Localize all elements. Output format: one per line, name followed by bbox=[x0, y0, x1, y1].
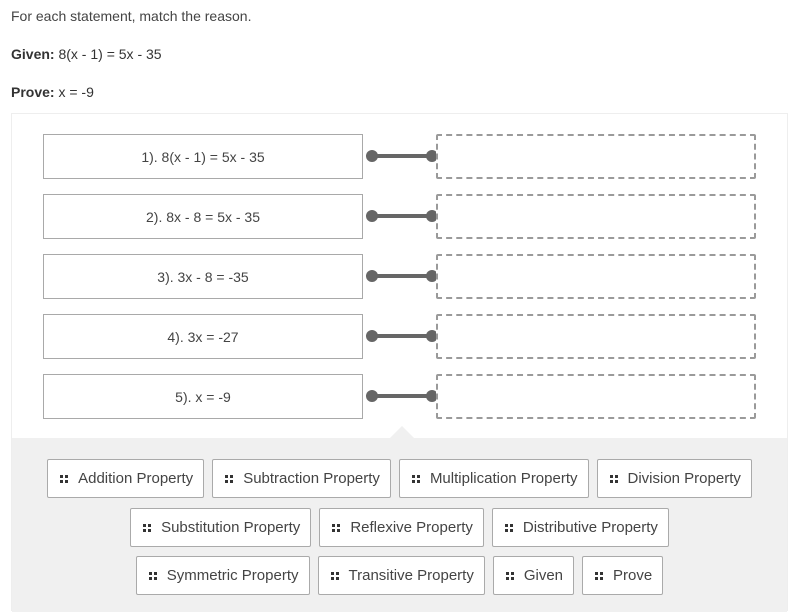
match-row: 1). 8(x - 1) = 5x - 35 bbox=[43, 134, 756, 179]
option-symmetric-property[interactable]: Symmetric Property bbox=[135, 556, 310, 595]
option-label: Reflexive Property bbox=[350, 519, 473, 536]
match-row: 4). 3x = -27 bbox=[43, 314, 756, 359]
match-row: 2). 8x - 8 = 5x - 35 bbox=[43, 194, 756, 239]
options-tray: Addition Property Subtraction Property M… bbox=[12, 426, 787, 612]
option-distributive-property[interactable]: Distributive Property bbox=[491, 508, 669, 547]
option-transitive-property[interactable]: Transitive Property bbox=[317, 556, 485, 595]
grip-dots-icon bbox=[60, 474, 69, 483]
option-label: Given bbox=[523, 567, 564, 584]
grip-dots-icon bbox=[148, 571, 157, 580]
connector-icon bbox=[366, 210, 438, 222]
option-substitution-property[interactable]: Substitution Property bbox=[130, 508, 312, 547]
grip-dots-icon bbox=[332, 523, 341, 532]
reason-drop-zone[interactable] bbox=[436, 374, 756, 419]
option-multiplication-property[interactable]: Multiplication Property bbox=[398, 459, 589, 498]
reason-drop-zone[interactable] bbox=[436, 134, 756, 179]
given-line: Given: 8(x - 1) = 5x - 35 bbox=[11, 46, 162, 62]
grip-dots-icon bbox=[330, 571, 339, 580]
given-value: 8(x - 1) = 5x - 35 bbox=[58, 46, 162, 62]
prove-label: Prove: bbox=[11, 84, 55, 100]
prove-line: Prove: x = -9 bbox=[11, 84, 94, 100]
option-label: Multiplication Property bbox=[429, 470, 578, 487]
grip-dots-icon bbox=[504, 523, 513, 532]
option-label: Substitution Property bbox=[161, 519, 301, 536]
statement-box: 5). x = -9 bbox=[43, 374, 363, 419]
reason-drop-zone[interactable] bbox=[436, 194, 756, 239]
statement-box: 1). 8(x - 1) = 5x - 35 bbox=[43, 134, 363, 179]
option-addition-property[interactable]: Addition Property bbox=[47, 459, 205, 498]
option-label: Transitive Property bbox=[348, 567, 474, 584]
grip-dots-icon bbox=[505, 571, 514, 580]
option-reflexive-property[interactable]: Reflexive Property bbox=[319, 508, 484, 547]
reason-drop-zone[interactable] bbox=[436, 254, 756, 299]
statement-box: 3). 3x - 8 = -35 bbox=[43, 254, 363, 299]
option-given[interactable]: Given bbox=[492, 556, 575, 595]
connector-icon bbox=[366, 150, 438, 162]
options-row-3: Symmetric Property Transitive Property G… bbox=[12, 556, 787, 595]
given-label: Given: bbox=[11, 46, 55, 62]
options-row-1: Addition Property Subtraction Property M… bbox=[12, 459, 787, 498]
tray-notch bbox=[390, 426, 414, 438]
matching-panel: 1). 8(x - 1) = 5x - 35 2). 8x - 8 = 5x -… bbox=[11, 113, 788, 612]
statement-box: 2). 8x - 8 = 5x - 35 bbox=[43, 194, 363, 239]
option-label: Subtraction Property bbox=[243, 470, 380, 487]
grip-dots-icon bbox=[595, 571, 604, 580]
reason-drop-zone[interactable] bbox=[436, 314, 756, 359]
grip-dots-icon bbox=[143, 523, 152, 532]
connector-icon bbox=[366, 270, 438, 282]
option-label: Division Property bbox=[627, 470, 741, 487]
option-label: Distributive Property bbox=[522, 519, 658, 536]
match-row: 5). x = -9 bbox=[43, 374, 756, 419]
statement-box: 4). 3x = -27 bbox=[43, 314, 363, 359]
option-division-property[interactable]: Division Property bbox=[596, 459, 752, 498]
option-label: Prove bbox=[613, 567, 653, 584]
option-label: Addition Property bbox=[78, 470, 194, 487]
match-row: 3). 3x - 8 = -35 bbox=[43, 254, 756, 299]
grip-dots-icon bbox=[225, 474, 234, 483]
instruction-text: For each statement, match the reason. bbox=[11, 8, 252, 24]
option-subtraction-property[interactable]: Subtraction Property bbox=[212, 459, 391, 498]
connector-icon bbox=[366, 330, 438, 342]
option-prove[interactable]: Prove bbox=[582, 556, 664, 595]
options-row-2: Substitution Property Reflexive Property… bbox=[12, 508, 787, 547]
connector-icon bbox=[366, 390, 438, 402]
prove-value: x = -9 bbox=[58, 84, 94, 100]
grip-dots-icon bbox=[609, 474, 618, 483]
grip-dots-icon bbox=[411, 474, 420, 483]
option-label: Symmetric Property bbox=[166, 567, 299, 584]
